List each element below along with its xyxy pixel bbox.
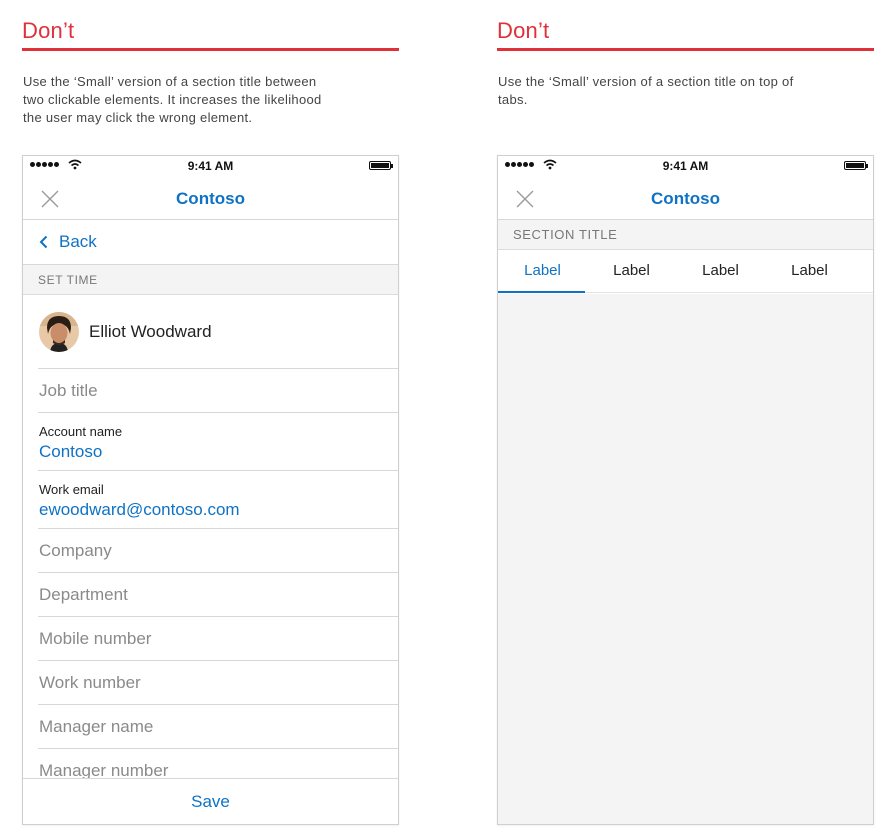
manager-name-field[interactable]: Manager name: [38, 704, 398, 748]
guideline-description: Use the ‘Small’ version of a section tit…: [497, 73, 874, 109]
work-email-field[interactable]: Work email ewoodward@contoso.com: [38, 470, 398, 528]
chevron-left-icon: [39, 235, 48, 249]
mobile-number-field[interactable]: Mobile number: [38, 616, 398, 660]
tab-content-area: [498, 294, 873, 824]
department-field[interactable]: Department: [38, 572, 398, 616]
dont-divider: [497, 48, 874, 51]
section-title-small: SECTION TITLE: [498, 220, 873, 250]
avatar: [39, 311, 79, 352]
dont-heading: Don’t: [497, 18, 550, 43]
save-button[interactable]: Save: [23, 778, 398, 824]
guideline-description: Use the ‘Small’ version of a section tit…: [22, 73, 399, 127]
account-name-field[interactable]: Account name Contoso: [38, 412, 398, 470]
status-bar: 9:41 AM: [23, 156, 398, 176]
nav-title: Contoso: [651, 189, 720, 208]
description-line: Use the ‘Small’ version of a section tit…: [498, 74, 794, 89]
tab-label-1[interactable]: Label: [498, 250, 587, 292]
battery-icon: [369, 161, 393, 170]
description-line: the user may click the wrong element.: [23, 110, 253, 125]
field-value: Contoso: [39, 442, 103, 461]
dont-example-right: Don’t Use the ‘Small’ version of a secti…: [497, 0, 874, 825]
active-tab-indicator: [498, 291, 585, 293]
field-label: Work email: [39, 482, 104, 497]
person-row[interactable]: Elliot Woodward: [23, 295, 398, 368]
tab-label-2[interactable]: Label: [587, 250, 676, 292]
back-button[interactable]: Back: [23, 220, 398, 265]
dont-heading: Don’t: [22, 18, 75, 43]
field-value: ewoodward@contoso.com: [39, 500, 240, 519]
status-bar: 9:41 AM: [498, 156, 873, 176]
dont-example-left: Don’t Use the ‘Small’ version of a secti…: [22, 0, 399, 825]
work-number-field[interactable]: Work number: [38, 660, 398, 704]
tab-label-3[interactable]: Label: [676, 250, 765, 292]
navigation-bar: Contoso: [23, 176, 398, 220]
phone-mockup: 9:41 AM Contoso Back SET TIME Elliot Woo…: [22, 155, 399, 825]
phone-mockup: 9:41 AM Contoso SECTION TITLE Label Labe…: [497, 155, 874, 825]
description-line: tabs.: [498, 92, 528, 107]
status-time: 9:41 AM: [187, 159, 234, 173]
job-title-field[interactable]: Job title: [38, 368, 398, 412]
battery-icon: [844, 161, 868, 170]
nav-title: Contoso: [176, 189, 245, 208]
tab-label-4[interactable]: Label: [765, 250, 854, 292]
status-time: 9:41 AM: [662, 159, 709, 173]
section-title-small: SET TIME: [23, 265, 398, 295]
back-label: Back: [59, 232, 97, 251]
company-field[interactable]: Company: [38, 528, 398, 572]
field-label: Account name: [39, 424, 123, 439]
description-line: Use the ‘Small’ version of a section tit…: [23, 74, 317, 89]
description-line: two clickable elements. It increases the…: [23, 92, 322, 107]
dont-divider: [22, 48, 399, 51]
navigation-bar: Contoso: [498, 176, 873, 220]
tab-bar: Label Label Label Label: [498, 250, 873, 293]
person-name: Elliot Woodward: [89, 321, 212, 341]
